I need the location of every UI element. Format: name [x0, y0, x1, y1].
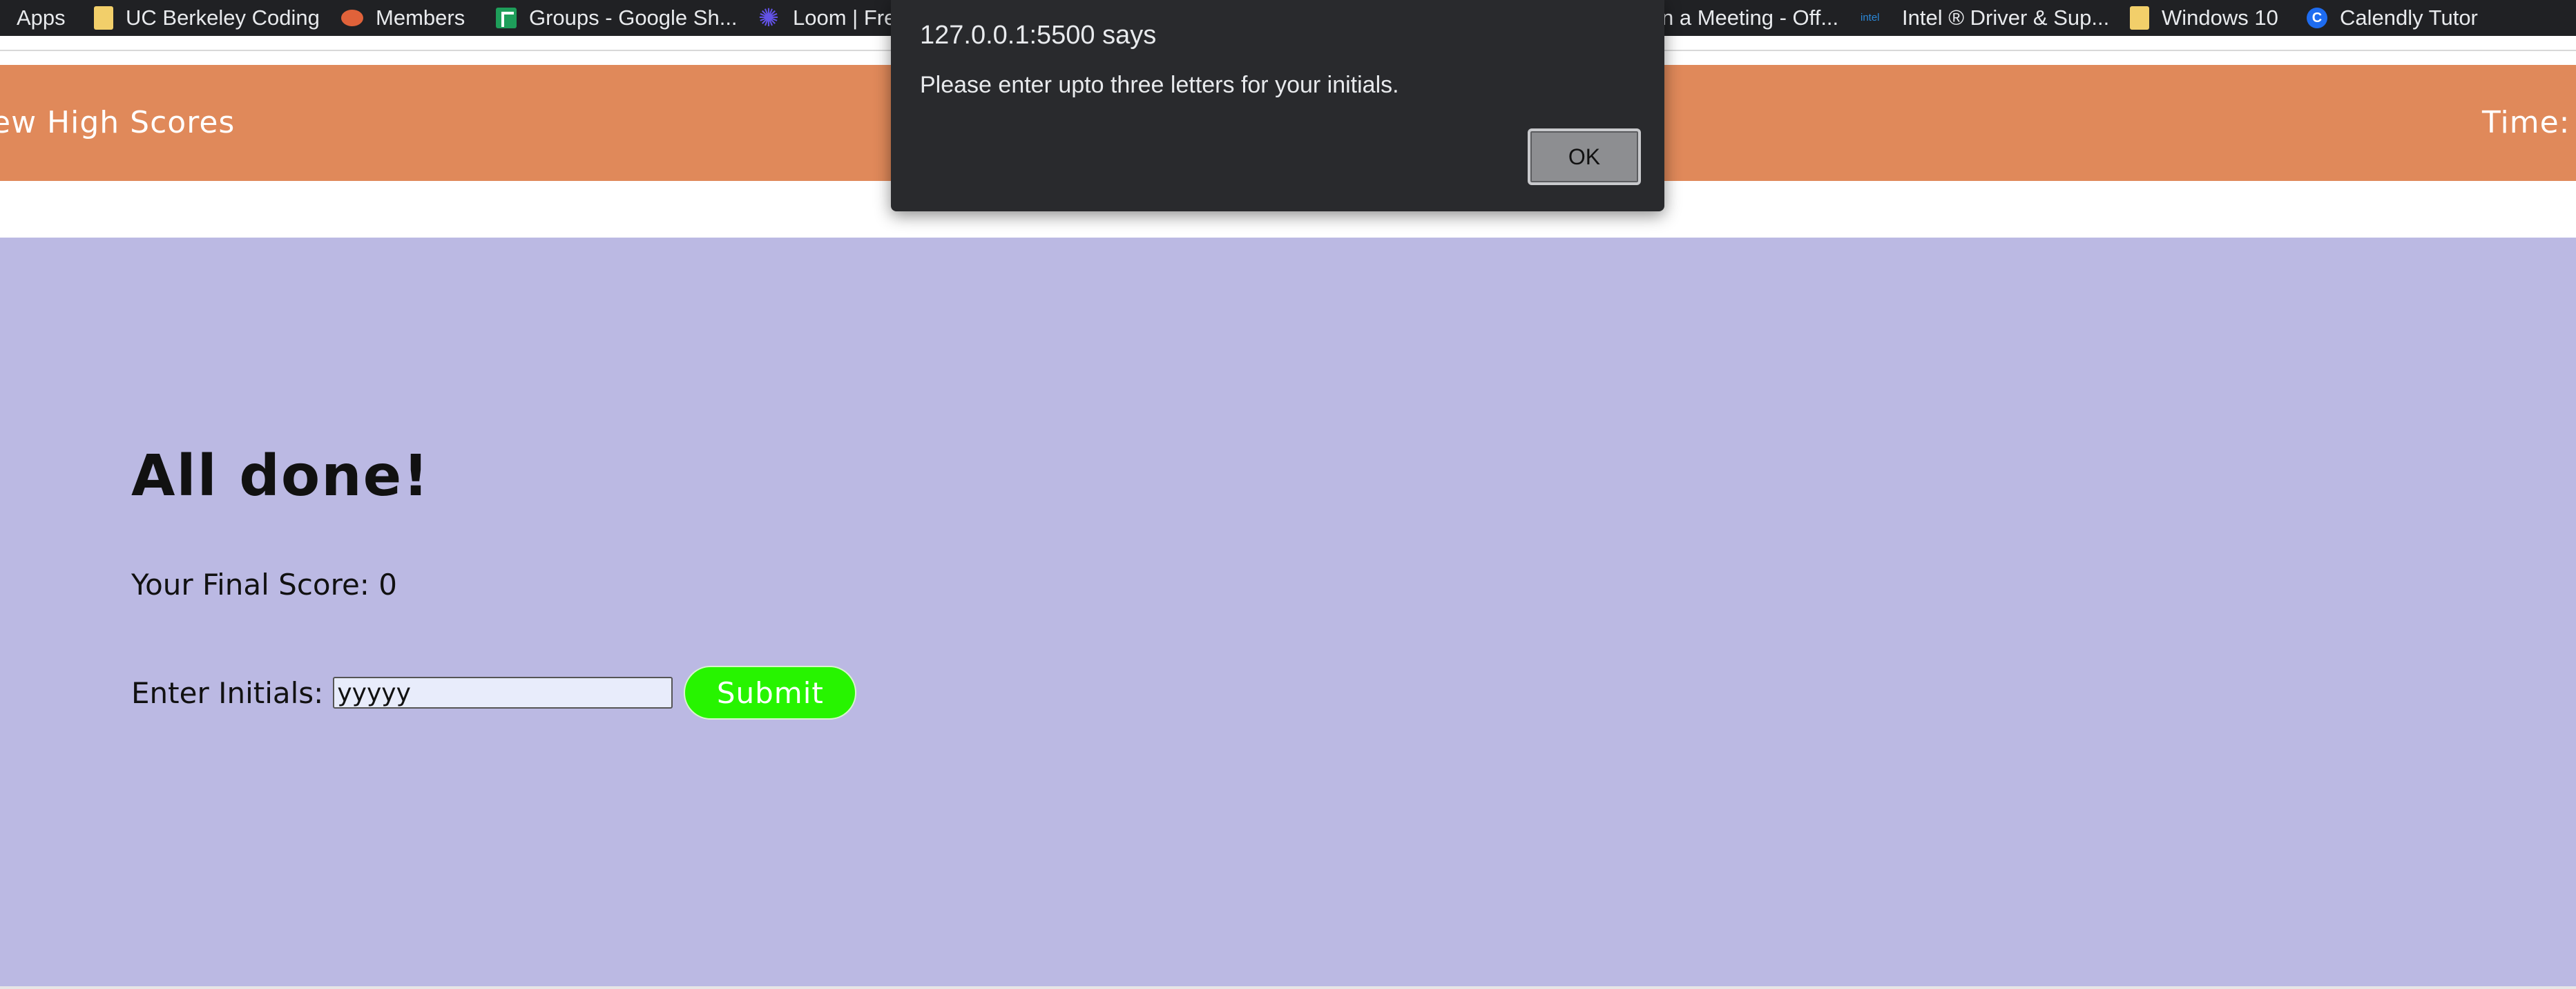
initials-form: Enter Initials: Submit [131, 666, 857, 720]
initials-label: Enter Initials: [131, 675, 324, 710]
timer-display: Time: 0 [2482, 105, 2576, 140]
submit-button[interactable]: Submit [684, 666, 857, 720]
ok-button[interactable]: OK [1528, 128, 1641, 185]
bookmark-uc-berkeley-coding[interactable]: UC Berkeley Coding [94, 0, 320, 36]
bookmark-loom[interactable]: ✺ Loom | Fre [757, 0, 896, 36]
google-sheets-icon [496, 8, 517, 28]
final-score-text: Your Final Score: 0 [131, 568, 398, 602]
intel-icon: intel [1861, 12, 1880, 23]
alert-message: Please enter upto three letters for your… [920, 72, 1399, 98]
alert-dialog: 127.0.0.1:5500 says Please enter upto th… [891, 0, 1664, 211]
quiz-end-section: All done! Your Final Score: 0 Enter Init… [0, 238, 2576, 986]
loom-icon: ✺ [758, 3, 780, 32]
bookmark-label: Groups - Google Sh... [529, 6, 738, 30]
initials-input[interactable] [333, 677, 673, 709]
bookmark-groups-google-sheets[interactable]: Groups - Google Sh... [496, 0, 738, 36]
folder-icon [94, 6, 113, 30]
bookmark-label: Apps [17, 6, 66, 30]
bookmark-label: Windows 10 [2162, 6, 2278, 30]
bookmark-label: Members [376, 6, 465, 30]
bookmark-intel-driver[interactable]: intel Intel ® Driver & Sup... [1861, 0, 2109, 36]
members-icon [341, 10, 363, 26]
bookmark-members[interactable]: Members [341, 0, 465, 36]
bookmark-calendly-tutor[interactable]: C Calendly Tutor [2307, 0, 2478, 36]
view-high-scores-link[interactable]: ew High Scores [0, 65, 235, 181]
page-bottom-edge [0, 986, 2576, 989]
bookmark-label: Intel ® Driver & Sup... [1902, 6, 2110, 30]
bookmark-label: UC Berkeley Coding [126, 6, 320, 30]
bookmark-meeting[interactable]: n a Meeting - Off... [1662, 0, 1838, 36]
bookmark-windows-10[interactable]: Windows 10 [2130, 0, 2278, 36]
bookmark-apps[interactable]: Apps [17, 0, 66, 36]
bookmark-label: Loom | Fre [793, 6, 896, 30]
bookmark-label: n a Meeting - Off... [1662, 6, 1839, 30]
bookmark-label: Calendly Tutor [2340, 6, 2478, 30]
folder-icon [2130, 6, 2149, 30]
alert-origin: 127.0.0.1:5500 says [920, 21, 1157, 50]
page-title: All done! [131, 443, 430, 509]
calendly-icon: C [2307, 8, 2327, 28]
